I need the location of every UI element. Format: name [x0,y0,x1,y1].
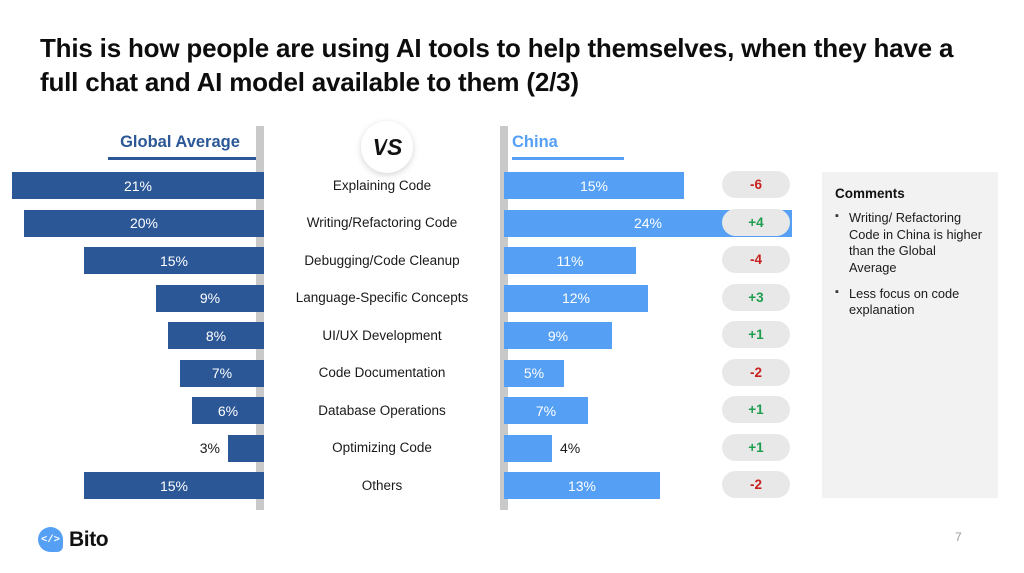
global-average-bar-value: 9% [199,290,221,306]
bito-logo: </> Bito [38,527,109,552]
code-bubble-icon: </> [38,527,63,552]
china-bar: 7% [504,397,588,424]
delta-pill: -6 [722,171,790,198]
category-label: Debugging/Code Cleanup [304,252,460,268]
china-bar-wrap: 13% [504,472,660,499]
china-bar-wrap: 7% [504,397,588,424]
delta-pill: +1 [722,321,790,348]
global-average-bar-wrap: 6% [192,397,264,424]
global-average-bar: 3% [200,434,264,462]
china-bar: 12% [504,284,648,312]
global-average-bar: 20% [24,209,264,237]
global-average-bar-wrap: 8% [168,322,264,349]
slide-root: This is how people are using AI tools to… [0,0,1024,573]
global-average-bar-wrap: 15% [84,472,264,499]
china-bar-wrap: 12% [504,284,648,312]
global-average-bar-value: 15% [159,252,189,269]
global-average-bar-wrap: 7% [180,359,264,387]
category-label: Others [361,477,403,493]
delta-pill: +3 [722,283,790,311]
china-bar: 11% [504,247,636,274]
column-header-china: China [512,133,662,160]
global-average-bar: 21% [12,172,264,199]
global-average-bar: 8% [168,322,264,349]
china-bar-wrap: 9% [504,322,612,349]
global-average-bar-wrap: 3% [200,434,264,462]
global-average-bar-wrap: 21% [12,172,264,199]
global-average-bar-value: 7% [211,365,233,381]
global-average-bar-value: 3% [199,440,220,456]
comments-list: Writing/ Refactoring Code in China is hi… [835,209,985,319]
bito-logo-text: Bito [69,527,109,551]
china-bar-value: 13% [567,477,597,494]
page-title: This is how people are using AI tools to… [40,33,954,97]
china-bar: 4% [504,434,580,462]
global-average-bar: 15% [84,472,264,499]
china-bar-value: 7% [535,402,557,419]
delta-pill: -2 [722,471,790,498]
china-bar-value: 15% [579,177,609,194]
global-average-bar: 15% [84,247,264,274]
comment-bullet: Writing/ Refactoring Code in China is hi… [835,209,985,277]
china-bar: 5% [504,359,564,387]
comments-panel: Comments Writing/ Refactoring Code in Ch… [822,172,998,498]
delta-pill: -4 [722,246,790,273]
global-average-bar-wrap: 15% [84,247,264,274]
category-label: Language-Specific Concepts [295,290,469,306]
global-average-bar-value: 8% [205,327,227,344]
comments-heading: Comments [835,186,905,201]
china-bar-value: 9% [547,327,569,344]
category-label: Database Operations [318,402,446,418]
column-header-global-average: Global Average [100,133,262,160]
china-bar-value: 4% [560,440,581,456]
china-bar-value: 5% [523,365,545,381]
global-average-bar: 7% [180,359,264,387]
global-average-bar: 6% [192,397,264,424]
global-average-bar-wrap: 20% [24,209,264,237]
category-label: Explaining Code [332,177,432,193]
global-average-bar: 9% [156,284,264,312]
delta-pill: +1 [722,396,790,423]
category-label: Code Documentation [318,365,446,381]
china-bar-wrap: 4% [504,434,580,462]
delta-pill: -2 [722,358,790,386]
vs-badge-icon: VS [361,121,413,173]
category-label: Writing/Refactoring Code [306,215,458,231]
category-label: Optimizing Code [332,440,432,456]
page-number: 7 [955,530,962,544]
china-bar: 13% [504,472,660,499]
china-bar-wrap: 15% [504,172,684,199]
global-average-bar-value: 15% [159,477,189,494]
global-average-bar-value: 20% [129,215,159,231]
global-average-bar-value: 6% [217,402,239,419]
china-bar: 15% [504,172,684,199]
china-bar-value: 12% [561,290,591,306]
category-label: UI/UX Development [322,327,442,343]
china-bar: 9% [504,322,612,349]
china-bar-value: 11% [556,252,584,269]
china-bar-wrap: 5% [504,359,564,387]
delta-pill: +1 [722,433,790,461]
global-average-bar-wrap: 9% [156,284,264,312]
global-average-bar-value: 21% [123,177,153,194]
china-bar-value: 24% [633,215,663,231]
delta-pill: +4 [722,208,790,236]
comment-bullet: Less focus on code explanation [835,284,985,319]
china-bar-wrap: 11% [504,247,636,274]
